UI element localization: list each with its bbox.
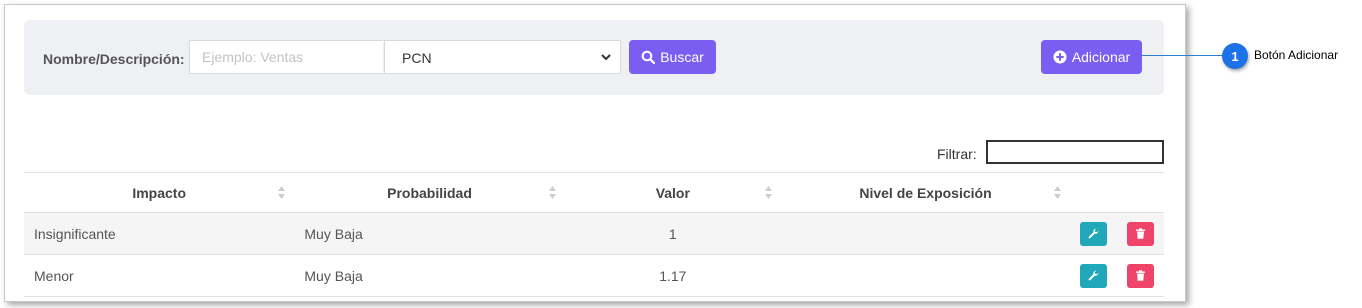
sort-icon xyxy=(1053,186,1061,199)
callout-label: Botón Adicionar xyxy=(1254,48,1339,62)
cell-actions xyxy=(1069,254,1164,297)
cell-nivel xyxy=(781,254,1070,297)
cell-probabilidad: Muy Baja xyxy=(294,212,565,255)
search-icon xyxy=(641,50,656,64)
table-row: Menor Muy Baja 1.17 xyxy=(24,254,1164,297)
trash-icon xyxy=(1136,270,1145,281)
table-header-row: Impacto Probabilidad Valor Nivel de Expo… xyxy=(24,172,1164,213)
sort-icon xyxy=(765,186,773,199)
cell-valor: 1.17 xyxy=(564,254,782,297)
cell-actions xyxy=(1069,212,1164,255)
cell-valor: 1 xyxy=(564,212,782,255)
column-header-actions xyxy=(1069,172,1164,213)
results-table: Impacto Probabilidad Valor Nivel de Expo… xyxy=(24,172,1164,297)
screenshot-frame: Nombre/Descripción: PCN Buscar Adicionar… xyxy=(4,4,1186,302)
callout-connector xyxy=(1142,55,1224,56)
edit-button[interactable] xyxy=(1080,221,1107,246)
wrench-icon xyxy=(1088,228,1099,239)
search-button[interactable]: Buscar xyxy=(629,40,716,74)
cell-impacto: Insignificante xyxy=(24,212,295,255)
edit-button[interactable] xyxy=(1080,263,1107,288)
category-select-value: PCN xyxy=(402,50,432,66)
column-header-valor[interactable]: Valor xyxy=(564,172,782,213)
cell-impacto: Menor xyxy=(24,254,295,297)
search-button-label: Buscar xyxy=(660,49,704,65)
filter-label: Filtrar: xyxy=(937,146,977,162)
delete-button[interactable] xyxy=(1127,221,1154,246)
name-description-input[interactable] xyxy=(189,40,383,74)
add-button-label: Adicionar xyxy=(1071,49,1131,65)
filter-input[interactable] xyxy=(986,140,1164,164)
trash-icon xyxy=(1136,228,1145,239)
chevron-down-icon xyxy=(601,54,611,61)
plus-circle-icon xyxy=(1053,50,1067,64)
table-row: Insignificante Muy Baja 1 xyxy=(24,212,1164,255)
category-select[interactable]: PCN xyxy=(384,40,621,74)
cell-nivel xyxy=(781,212,1070,255)
search-panel: Nombre/Descripción: PCN Buscar Adicionar xyxy=(24,20,1164,95)
column-header-probabilidad[interactable]: Probabilidad xyxy=(294,172,565,213)
column-header-nivel-exposicion[interactable]: Nivel de Exposición xyxy=(781,172,1070,213)
column-header-impacto[interactable]: Impacto xyxy=(24,172,295,213)
cell-probabilidad: Muy Baja xyxy=(294,254,565,297)
callout-badge: 1 xyxy=(1222,43,1248,69)
add-button[interactable]: Adicionar xyxy=(1041,40,1142,74)
delete-button[interactable] xyxy=(1127,263,1154,288)
sort-icon xyxy=(548,186,556,199)
wrench-icon xyxy=(1088,270,1099,281)
sort-icon xyxy=(278,186,286,199)
name-description-label: Nombre/Descripción: xyxy=(43,51,185,67)
